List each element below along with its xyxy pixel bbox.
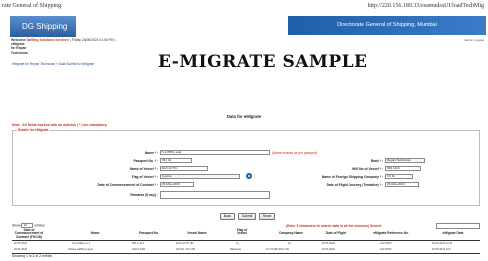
- show-suffix: entries: [34, 223, 45, 228]
- table-header-rule: [12, 240, 480, 241]
- table-cell: S ar Saftery a 1: [72, 242, 91, 245]
- table-info: Showing 1 to 2 of 2 entries: [12, 254, 53, 258]
- back-button[interactable]: Back: [220, 213, 235, 220]
- reset-button[interactable]: Reset: [259, 213, 275, 220]
- flight-date-label: Date of Flight Journey (Tentative) * :: [326, 183, 383, 187]
- name-label: Name * :: [144, 151, 158, 155]
- table-cell: ECO Al TIC 4D: [176, 242, 194, 245]
- table-cell: 12147002: [380, 248, 392, 251]
- section-title: Data for eMigrate: [226, 114, 262, 119]
- flag-select[interactable]: Cyprus: [160, 174, 240, 179]
- rank-select[interactable]: Repair Technician: [385, 158, 425, 163]
- flag-lookup-icon[interactable]: [246, 173, 252, 179]
- vessel-name-input[interactable]: ECO Al TIC: [160, 166, 208, 171]
- commencement-date-input[interactable]: 26-May-2023: [160, 182, 194, 187]
- col-date-of-commencement[interactable]: Date of Commencement of Contract (Fill D…: [12, 228, 46, 240]
- table-cell: 12147003: [380, 242, 392, 245]
- commencement-label: Date of Commencement of Contract * :: [97, 183, 158, 187]
- table-cell: 26 05 2023 13:3: [432, 248, 451, 251]
- imo-input[interactable]: 969 1410: [385, 166, 421, 171]
- table-cell: 26 05 2023 13:33: [432, 242, 453, 245]
- table-cell: 351 4 44 4: [132, 242, 145, 245]
- table-cell: 26 06 2023: [322, 248, 335, 251]
- welcome-date: ( Friday 26/05/2023 01:05 PM ): [69, 38, 116, 42]
- emigrate-form: Details for eMigrate Name * : S a 6fffrt…: [12, 128, 480, 206]
- remarks-label: Remarks (If any) :: [130, 193, 158, 197]
- show-prefix: Show: [12, 223, 21, 228]
- table-cell: Suhani Haffitya Layal: [68, 248, 93, 251]
- header-links[interactable]: Home | Logout: [464, 38, 484, 42]
- table-footer-rule: [12, 253, 480, 254]
- imo-label: IMO No of Vessel * :: [352, 167, 383, 171]
- table-cell: ATLAS I OO UB: [176, 248, 195, 251]
- col-flag[interactable]: Flag of Vessel: [232, 228, 252, 240]
- browser-header: rate General of Shipping http://220.156.…: [0, 0, 488, 13]
- flag-label: Flag of Vessel * :: [131, 175, 158, 179]
- table-cell: Bahamas: [230, 248, 241, 251]
- remarks-textarea[interactable]: [160, 191, 270, 199]
- flight-date-input[interactable]: 26-May-2023: [385, 182, 419, 187]
- welcome-role-line-3: Technician: [11, 50, 28, 55]
- submit-button[interactable]: Submit: [238, 213, 256, 220]
- name-hint: (Name entered as per passport): [272, 151, 318, 155]
- table-cell: G46 44 001: [132, 248, 146, 251]
- table-cell: 26 05 2023: [14, 248, 27, 251]
- table-cell: 26 05 2023: [14, 242, 27, 245]
- welcome-org: Saffling Solutions Services: [26, 38, 69, 42]
- passport-input[interactable]: 351 44: [160, 158, 192, 163]
- search-label: (Enter 3 characters to search data in al…: [286, 224, 383, 228]
- form-legend: Details for eMigrate: [17, 128, 50, 132]
- dg-shipping-logo[interactable]: DG Shipping: [10, 16, 76, 37]
- directorate-banner: Directorate General of Shipping, Mumbai: [288, 16, 486, 35]
- table-cell: FU VCHIP ING LTD: [266, 248, 289, 251]
- passport-label: Passport No. * :: [133, 159, 158, 163]
- page-tab-title: rate General of Shipping: [2, 3, 62, 9]
- welcome-block: Welcome Saffling Solutions Services ( Fr…: [11, 38, 161, 55]
- watermark: E-MIGRATE SAMPLE: [158, 52, 368, 72]
- table-cell: Cy: [236, 242, 240, 245]
- search-input[interactable]: [436, 223, 480, 229]
- table-cell: Fu: [288, 242, 292, 245]
- company-input[interactable]: FU IG: [385, 174, 413, 179]
- mandatory-note: Note : All fields marked with an asteris…: [12, 123, 108, 127]
- page-url[interactable]: http://220.156.189.33/esamudraUI/loadTec…: [368, 3, 484, 9]
- name-input[interactable]: S a 6fffrty suat: [160, 150, 270, 155]
- company-label: Name of Foreign Shipping Company * :: [321, 175, 383, 179]
- vessel-name-label: Name of Vessel * :: [129, 167, 158, 171]
- breadcrumb[interactable]: eMigrate for Repair Technician » Data Su…: [12, 62, 94, 66]
- site-banner: DG Shipping Directorate General of Shipp…: [0, 15, 488, 37]
- rank-label: Rank * :: [370, 159, 383, 163]
- table-cell: 26 05 2023: [322, 242, 335, 245]
